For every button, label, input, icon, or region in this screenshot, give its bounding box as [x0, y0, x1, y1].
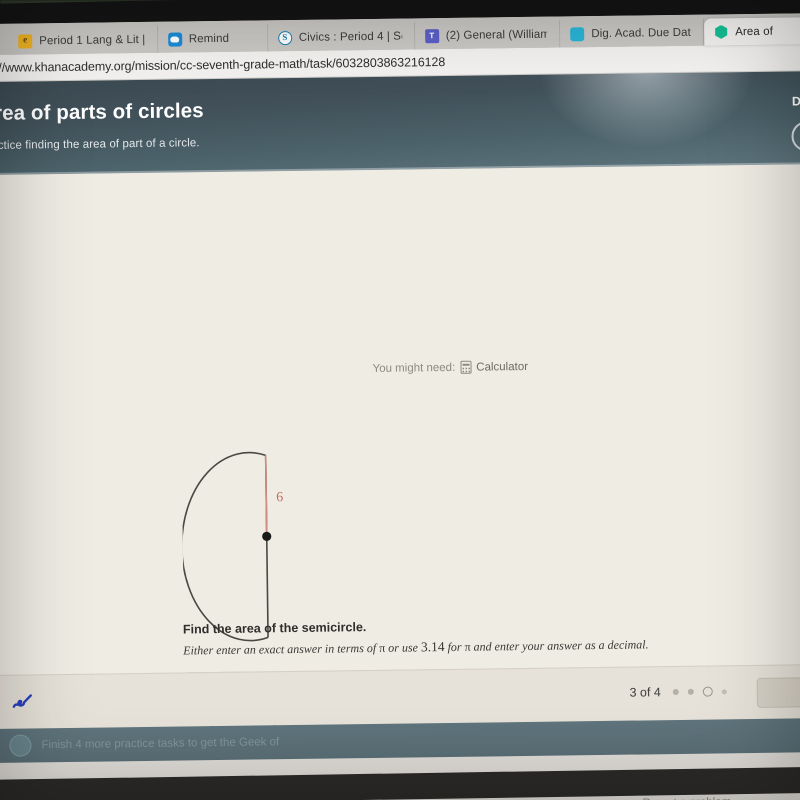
remind-icon	[167, 31, 182, 47]
semicircle-svg: 6	[181, 451, 283, 642]
question-instructions-part3: for	[444, 639, 465, 655]
question-instructions-part2: or use	[385, 640, 421, 655]
edmodo-icon: e	[18, 33, 33, 49]
task-progress-ring	[791, 121, 800, 152]
center-point	[262, 531, 272, 541]
browser-tab-label: (2) General (Williams-Pe	[445, 28, 548, 42]
progress-dot-1	[672, 688, 679, 696]
exercise-header: Area of parts of circles Practice findin…	[0, 71, 800, 175]
browser-tab-teams-general[interactable]: T (2) General (Williams-Pe	[414, 20, 561, 50]
calculator-label[interactable]: Calculator	[476, 360, 528, 373]
page-title: Area of parts of circles	[0, 99, 204, 126]
radius-line	[264, 455, 268, 537]
progress-dot-4	[721, 688, 727, 694]
semicircle-arc	[181, 451, 269, 642]
progress-dot-2	[687, 688, 694, 695]
calculator-icon[interactable]	[460, 360, 472, 374]
pi-approximation-value: 3.14	[420, 639, 445, 655]
pencil-scratchpad-icon[interactable]	[11, 691, 35, 711]
you-might-need-label: You might need:	[372, 361, 456, 375]
progress-label: 3 of 4	[629, 685, 661, 700]
report-a-problem-link[interactable]: Report a problem	[642, 796, 731, 800]
task-progress: 3 of 4	[629, 684, 727, 700]
url-text: tps://www.khanacademy.org/mission/cc-sev…	[0, 54, 446, 76]
question-title: Find the area of the semicircle.	[182, 620, 367, 637]
digital-academy-icon	[570, 26, 585, 41]
browser-tab-edmodo[interactable]: e Period 1 Lang & Lit | Edm	[8, 25, 158, 55]
task-goal-label: Do 2	[791, 94, 800, 109]
browser-tab-khan-academy-active[interactable]: Area of	[703, 17, 800, 46]
browser-tab-civics[interactable]: S Civics : Period 4 | School	[267, 22, 416, 52]
question-instructions-part4: and enter your answer as a decimal.	[470, 637, 649, 654]
achievement-badge-icon	[9, 734, 32, 757]
browser-tab-remind[interactable]: Remind	[157, 24, 268, 53]
browser-tab-label: Area of	[735, 25, 774, 38]
page-subtitle: Practice finding the area of part of a c…	[0, 137, 200, 153]
khan-academy-icon	[714, 25, 728, 39]
browser-window: e Period 1 Lang & Lit | Edm Remind S Civ…	[0, 13, 800, 800]
browser-tab-label: Civics : Period 4 | School	[298, 30, 402, 44]
teams-icon: T	[424, 28, 439, 43]
photo-of-screen: e Period 1 Lang & Lit | Edm Remind S Civ…	[0, 0, 800, 800]
next-question-button[interactable]	[756, 677, 800, 708]
browser-tab-label: Dig. Acad. Due Dates - (	[591, 26, 692, 40]
achievement-text: Finish 4 more practice tasks to get the …	[41, 736, 280, 752]
schoology-icon: S	[277, 30, 292, 45]
question-instructions-part1: Either enter an exact answer in terms of	[183, 640, 380, 658]
radius-label: 6	[276, 490, 283, 505]
browser-tab-dig-acad[interactable]: Dig. Acad. Due Dates - (	[560, 18, 705, 48]
progress-dot-3-current	[702, 686, 713, 697]
you-might-need-row: You might need: Calculator	[372, 360, 528, 375]
browser-tab-label: Period 1 Lang & Lit | Edm	[39, 33, 145, 47]
browser-tab-label: Remind	[188, 32, 230, 45]
exercise-card: You might need: Calculator 6 Find the ar…	[0, 164, 800, 800]
